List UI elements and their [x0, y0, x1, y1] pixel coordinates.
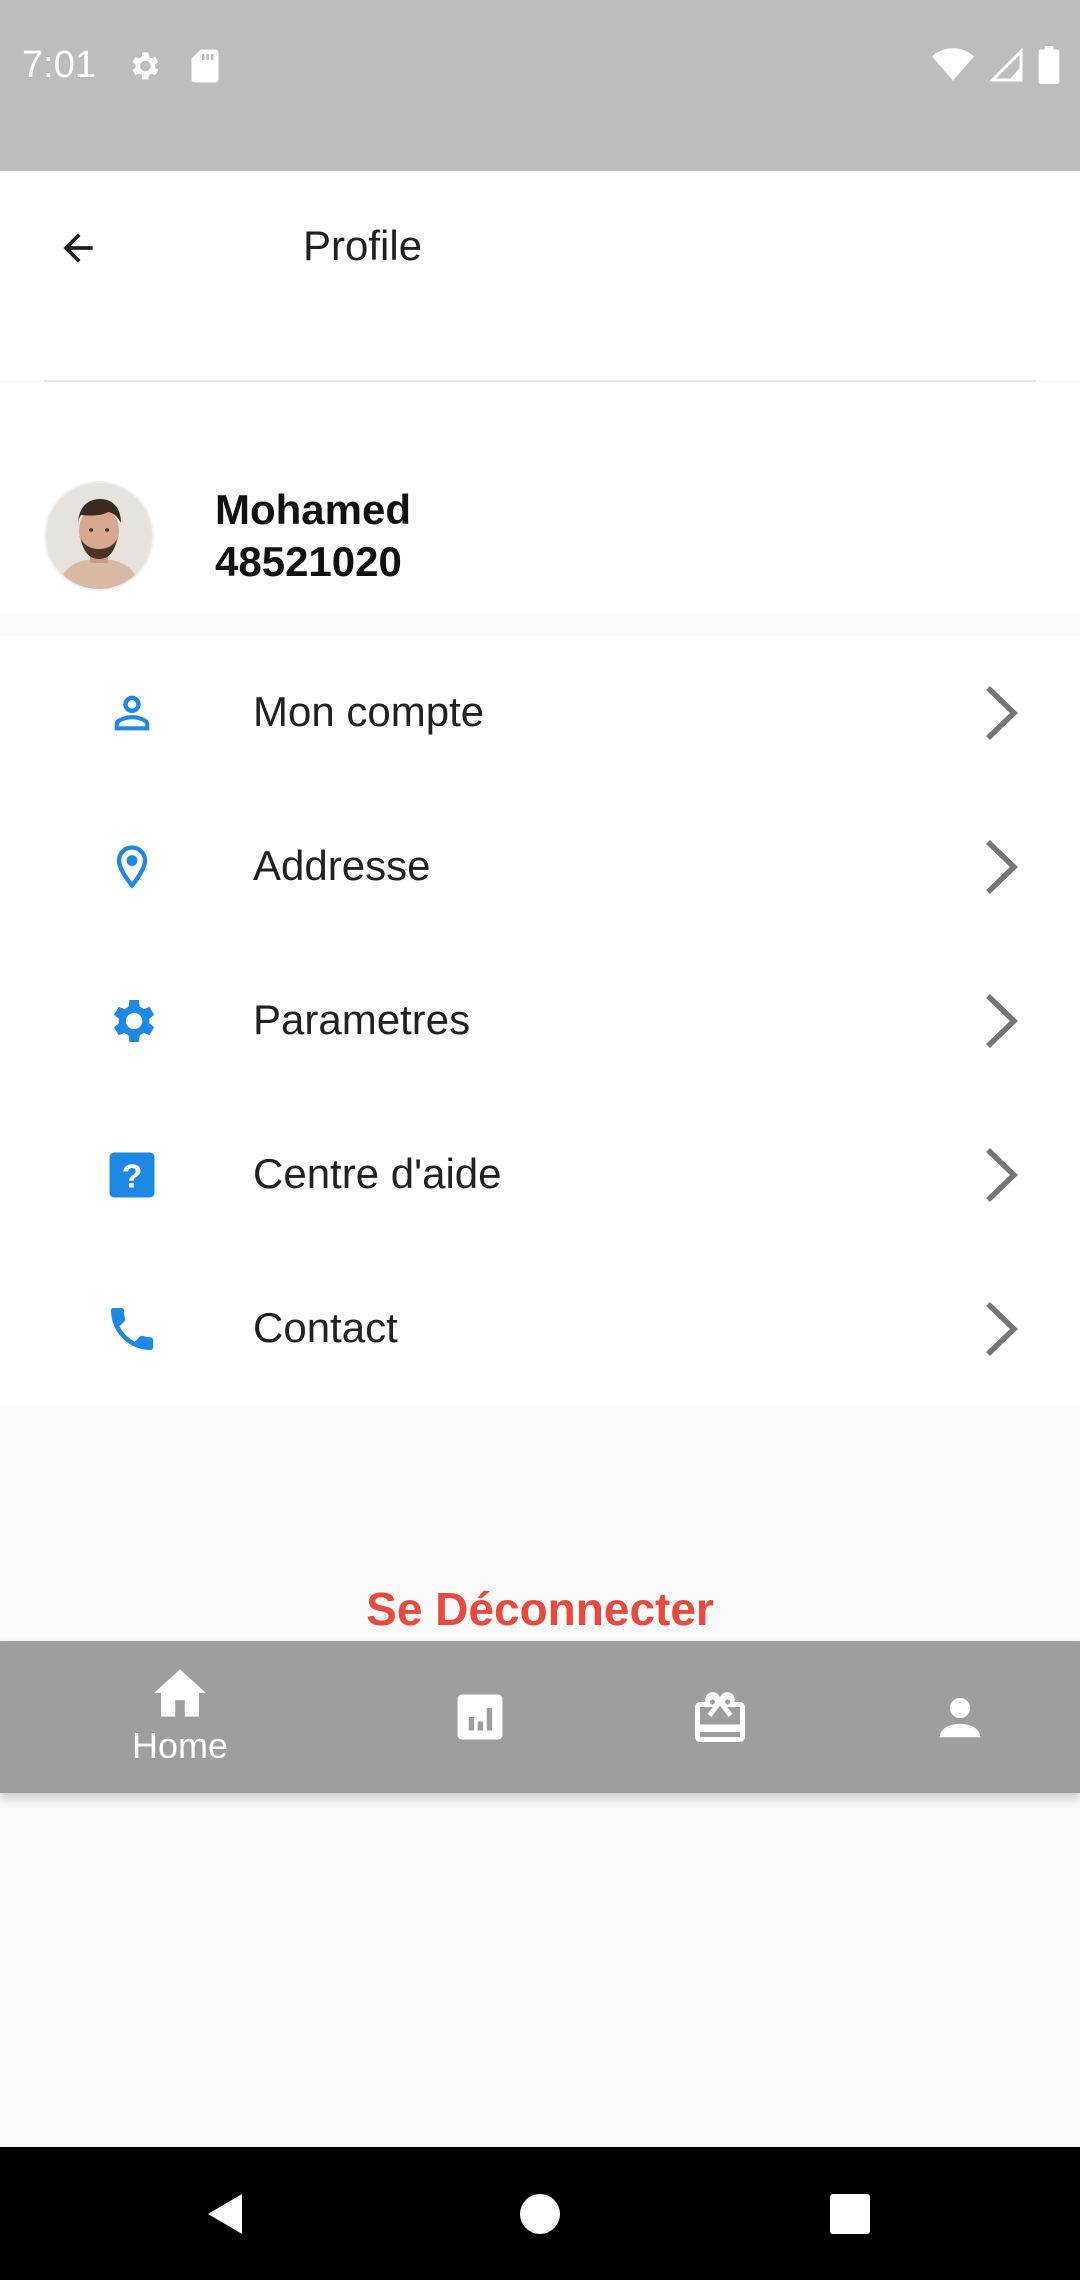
app-bar — [0, 171, 1080, 381]
menu-item-addresse[interactable]: Addresse — [0, 790, 1080, 944]
chevron-right-icon — [986, 1148, 1018, 1202]
wifi-icon — [932, 47, 974, 88]
chevron-right-icon — [986, 994, 1018, 1048]
status-bar: 7:01 — [0, 0, 1080, 171]
menu-item-label: Parametres — [253, 996, 471, 1043]
home-icon — [154, 1669, 206, 1717]
system-home-button[interactable] — [495, 2147, 585, 2280]
system-nav-bar — [0, 2147, 1080, 2280]
nav-item-home[interactable]: Home — [100, 1641, 260, 1793]
nav-item-profile[interactable] — [880, 1641, 1040, 1793]
nav-item-gift-card[interactable] — [640, 1641, 800, 1793]
back-triangle-icon — [208, 2193, 242, 2234]
signal-icon — [988, 47, 1024, 88]
phone-icon — [100, 1297, 164, 1361]
status-left-icons — [126, 48, 220, 89]
nav-item-stats[interactable] — [400, 1641, 560, 1793]
menu-item-centre-daide[interactable]: ? Centre d'aide — [0, 1098, 1080, 1252]
avatar[interactable] — [44, 481, 154, 591]
menu-item-label: Addresse — [253, 842, 431, 889]
profile-header — [0, 382, 1080, 614]
system-recents-button[interactable] — [805, 2147, 895, 2280]
page-title: Profile — [303, 222, 423, 269]
logout-button[interactable]: Se Déconnecter — [0, 1582, 1080, 1636]
location-pin-icon — [100, 835, 164, 899]
sd-card-icon — [190, 48, 220, 89]
gear-icon — [100, 989, 164, 1053]
menu-item-label: Centre d'aide — [253, 1150, 502, 1197]
chevron-right-icon — [986, 686, 1018, 740]
svg-text:?: ? — [122, 1158, 143, 1196]
chevron-right-icon — [986, 840, 1018, 894]
menu-item-label: Contact — [253, 1304, 398, 1351]
nav-item-label: Home — [131, 1725, 229, 1766]
arrow-back-icon — [63, 233, 93, 263]
user-name: Mohamed — [215, 486, 412, 533]
bottom-nav: Home — [0, 1641, 1080, 1793]
menu-item-contact[interactable]: Contact — [0, 1252, 1080, 1406]
menu-item-parametres[interactable]: Parametres — [0, 944, 1080, 1098]
profile-icon — [939, 1697, 981, 1738]
home-circle-icon — [520, 2193, 560, 2234]
status-right-icons — [932, 46, 1060, 89]
menu-item-label: Mon compte — [253, 688, 485, 735]
settings-icon — [126, 48, 162, 89]
person-icon — [100, 681, 164, 745]
menu-item-mon-compte[interactable]: Mon compte — [0, 636, 1080, 790]
gift-card-icon — [695, 1692, 745, 1742]
help-icon: ? — [100, 1143, 164, 1207]
status-time: 7:01 — [22, 44, 96, 86]
menu-list: Mon compte Addresse Parametres ? Centre … — [0, 636, 1080, 1406]
recents-square-icon — [830, 2193, 870, 2234]
back-button[interactable] — [48, 220, 108, 276]
battery-icon — [1038, 46, 1060, 89]
system-back-button[interactable] — [180, 2147, 270, 2280]
user-number: 48521020 — [215, 538, 402, 585]
stats-icon — [457, 1694, 503, 1740]
chevron-right-icon — [986, 1302, 1018, 1356]
avatar-image — [46, 483, 152, 589]
